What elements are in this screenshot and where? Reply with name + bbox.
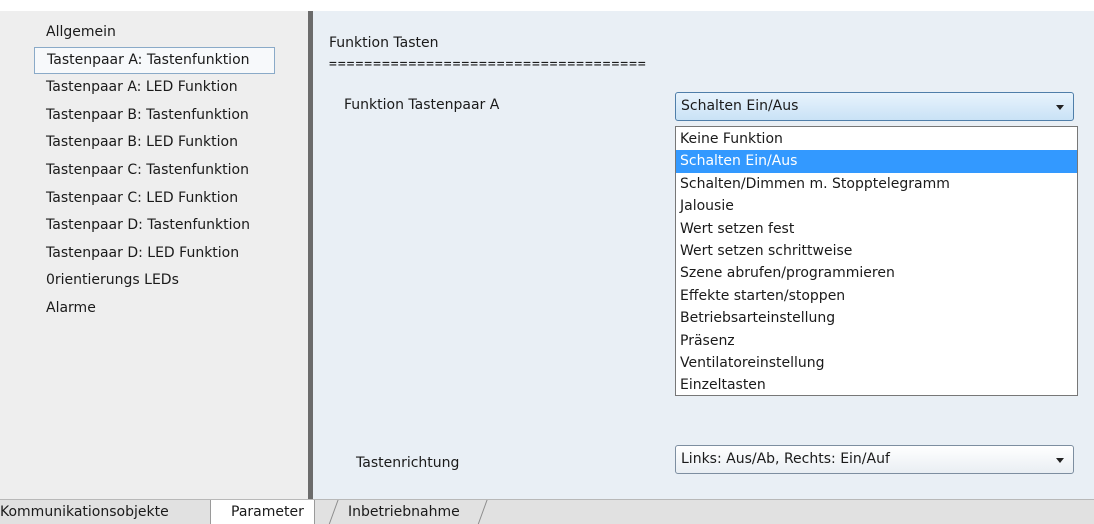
section-separator: ====================================	[329, 57, 647, 72]
parameter-panel: Funktion Tasten ========================…	[313, 11, 1094, 499]
chevron-down-icon	[1056, 105, 1064, 110]
sidebar-item-tastenpaar-a-led-funktion[interactable]: Tastenpaar A: LED Funktion	[34, 74, 275, 102]
option-effekte-starten[interactable]: Effekte starten/stoppen	[676, 285, 1077, 307]
option-jalousie[interactable]: Jalousie	[676, 195, 1077, 217]
option-ventilatoreinstellung[interactable]: Ventilatoreinstellung	[676, 352, 1077, 374]
option-praesenz[interactable]: Präsenz	[676, 330, 1077, 352]
sidebar-item-tastenpaar-c-tastenfunktion[interactable]: Tastenpaar C: Tastenfunktion	[34, 157, 275, 185]
bottom-tab-bar: Kommunikationsobjekte Parameter Inbetrie…	[0, 499, 1094, 524]
select-value: Schalten Ein/Aus	[681, 98, 799, 114]
sidebar-item-tastenpaar-b-led-funktion[interactable]: Tastenpaar B: LED Funktion	[34, 129, 275, 157]
param-label-tastenrichtung: Tastenrichtung	[356, 455, 460, 471]
chevron-down-icon	[1056, 458, 1064, 463]
tastenrichtung-select[interactable]: Links: Aus/Ab, Rechts: Ein/Auf	[675, 445, 1074, 474]
option-wert-setzen-schrittweise[interactable]: Wert setzen schrittweise	[676, 240, 1077, 262]
tab-inbetriebnahme[interactable]: Inbetriebnahme	[348, 500, 460, 524]
option-einzeltasten[interactable]: Einzeltasten	[676, 374, 1077, 396]
sidebar-item-alarme[interactable]: Alarme	[34, 295, 275, 323]
sidebar-list: Allgemein Tastenpaar A: Tastenfunktion T…	[34, 19, 275, 323]
sidebar-item-tastenpaar-b-tastenfunktion[interactable]: Tastenpaar B: Tastenfunktion	[34, 102, 275, 130]
option-szene-abrufen[interactable]: Szene abrufen/programmieren	[676, 262, 1077, 284]
sidebar-item-tastenpaar-d-led-funktion[interactable]: Tastenpaar D: LED Funktion	[34, 240, 275, 268]
tab-separator	[328, 500, 339, 524]
sidebar-item-allgemein[interactable]: Allgemein	[34, 19, 275, 47]
sidebar-item-tastenpaar-d-tastenfunktion[interactable]: Tastenpaar D: Tastenfunktion	[34, 212, 275, 240]
sidebar-item-orientierungs-leds[interactable]: 0rientierungs LEDs	[34, 267, 275, 295]
tab-separator	[477, 500, 488, 524]
sidebar: Allgemein Tastenpaar A: Tastenfunktion T…	[0, 11, 308, 499]
select-value: Links: Aus/Ab, Rechts: Ein/Auf	[681, 451, 890, 467]
tab-parameter[interactable]: Parameter	[210, 500, 315, 524]
section-title: Funktion Tasten	[329, 35, 439, 51]
option-schalten-ein-aus[interactable]: Schalten Ein/Aus	[676, 150, 1077, 173]
option-schalten-dimmen[interactable]: Schalten/Dimmen m. Stopptelegramm	[676, 173, 1077, 195]
top-strip	[0, 0, 1094, 11]
tab-kommunikationsobjekte[interactable]: Kommunikationsobjekte	[0, 500, 169, 524]
funktion-tastenpaar-a-dropdown-list: Keine Funktion Schalten Ein/Aus Schalten…	[675, 126, 1078, 396]
option-betriebsarteinstellung[interactable]: Betriebsarteinstellung	[676, 307, 1077, 329]
option-keine-funktion[interactable]: Keine Funktion	[676, 128, 1077, 150]
option-wert-setzen-fest[interactable]: Wert setzen fest	[676, 218, 1077, 240]
sidebar-item-tastenpaar-c-led-funktion[interactable]: Tastenpaar C: LED Funktion	[34, 185, 275, 213]
sidebar-item-tastenpaar-a-tastenfunktion[interactable]: Tastenpaar A: Tastenfunktion	[34, 46, 275, 75]
param-label-funktion-tastenpaar-a: Funktion Tastenpaar A	[344, 97, 500, 113]
funktion-tastenpaar-a-select[interactable]: Schalten Ein/Aus	[675, 92, 1074, 121]
